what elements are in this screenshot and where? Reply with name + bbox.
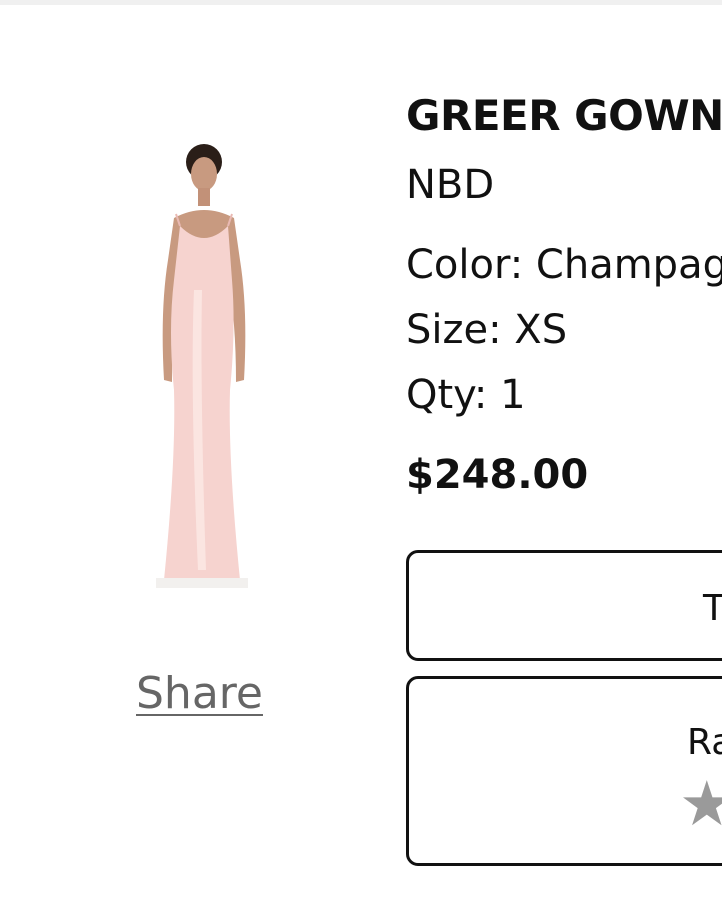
- primary-action-label: T: [703, 588, 722, 629]
- product-image: [136, 140, 268, 590]
- product-details: GREER GOWN NBD Color: Champagne Size: XS…: [406, 0, 722, 901]
- primary-action-button[interactable]: T: [406, 550, 722, 661]
- star-icon[interactable]: ★: [679, 773, 722, 835]
- product-size: Size: XS: [406, 307, 568, 353]
- product-title: GREER GOWN: [406, 91, 722, 140]
- product-color: Color: Champagne: [406, 242, 722, 288]
- share-link[interactable]: Share: [136, 672, 263, 716]
- dress-photo-icon: [156, 144, 248, 588]
- product-price: $248.00: [406, 452, 589, 498]
- rating-button[interactable]: Ra ★: [406, 676, 722, 866]
- product-qty: Qty: 1: [406, 372, 526, 418]
- product-brand: NBD: [406, 162, 495, 208]
- rating-label: Ra: [687, 722, 722, 763]
